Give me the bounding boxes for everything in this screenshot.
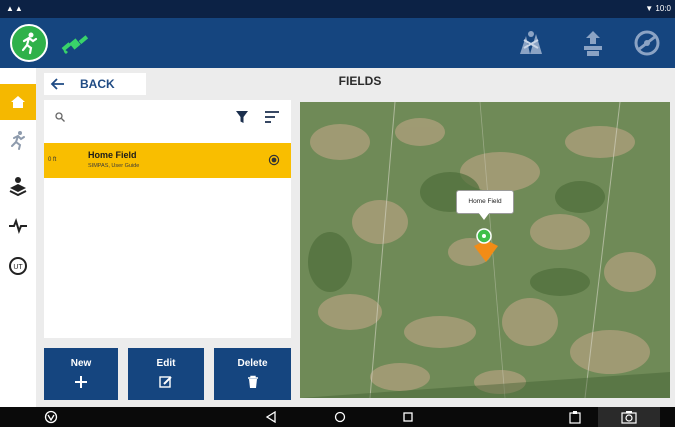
search-icon (55, 112, 65, 122)
field-map-icon[interactable] (516, 28, 546, 58)
clipboard-icon[interactable] (568, 410, 582, 424)
steering-wheel-icon[interactable] (632, 28, 662, 58)
back-label: BACK (80, 77, 115, 91)
back-button[interactable]: BACK (44, 73, 146, 95)
rail-item-layers[interactable] (0, 168, 36, 204)
sort-icon[interactable] (264, 110, 280, 124)
field-map[interactable]: Home Field (300, 102, 670, 398)
rail-item-units[interactable]: UT (0, 248, 36, 284)
selected-radio-icon[interactable] (268, 154, 280, 166)
map-pin-icon[interactable] (471, 226, 501, 264)
runner-icon (21, 32, 38, 55)
system-nav-bar (0, 407, 675, 427)
runner-icon (11, 131, 25, 150)
list-item[interactable]: 0 ft Home Field SIMPAS, User Guide (44, 143, 291, 178)
delete-button[interactable]: Delete (214, 348, 291, 400)
new-label: New (70, 358, 92, 369)
units-label: UT (13, 264, 23, 271)
units-icon: UT (9, 257, 27, 275)
wifi-icon: ▼ (645, 4, 654, 13)
camera-icon (621, 411, 637, 424)
field-subtitle: SIMPAS, User Guide (88, 163, 140, 169)
edit-icon (159, 376, 172, 388)
nav-recents-icon[interactable] (402, 411, 414, 423)
pulse-icon (9, 217, 27, 235)
layers-icon (9, 177, 27, 197)
edit-label: Edit (156, 358, 176, 369)
delete-label: Delete (237, 358, 268, 369)
brand-logo-icon (44, 410, 58, 424)
new-button[interactable]: New (44, 348, 118, 400)
guidance-icon[interactable] (578, 28, 608, 58)
filter-icon[interactable] (235, 110, 249, 124)
fields-list-panel (44, 100, 291, 338)
nav-back-icon[interactable] (265, 411, 277, 423)
callout-pointer (478, 212, 490, 220)
app-logo[interactable] (10, 24, 48, 62)
search-input[interactable] (54, 110, 204, 126)
rail-item-diagnostics[interactable] (0, 208, 36, 244)
page-title: FIELDS (338, 74, 382, 88)
arrow-left-icon (50, 78, 64, 90)
home-icon (11, 96, 25, 108)
status-time-area: ▼ 10:0 (645, 4, 671, 13)
app-header (0, 18, 675, 68)
side-rail: UT (0, 68, 36, 407)
trash-icon (247, 375, 258, 388)
edit-button[interactable]: Edit (128, 348, 204, 400)
rail-item-home[interactable] (0, 84, 36, 120)
status-icons: ▲▲ (6, 4, 24, 13)
rail-item-run[interactable] (0, 122, 36, 158)
status-bar: ▲▲ ▼ 10:0 (0, 0, 675, 18)
status-time: 10:0 (655, 4, 671, 13)
field-name: Home Field (88, 150, 137, 160)
satellite-icon[interactable] (60, 30, 90, 58)
camera-button[interactable] (598, 407, 660, 427)
plus-icon (75, 376, 87, 388)
nav-home-icon[interactable] (334, 411, 346, 423)
map-marker-label: Home Field (456, 190, 514, 214)
field-distance: 0 ft (48, 157, 57, 163)
